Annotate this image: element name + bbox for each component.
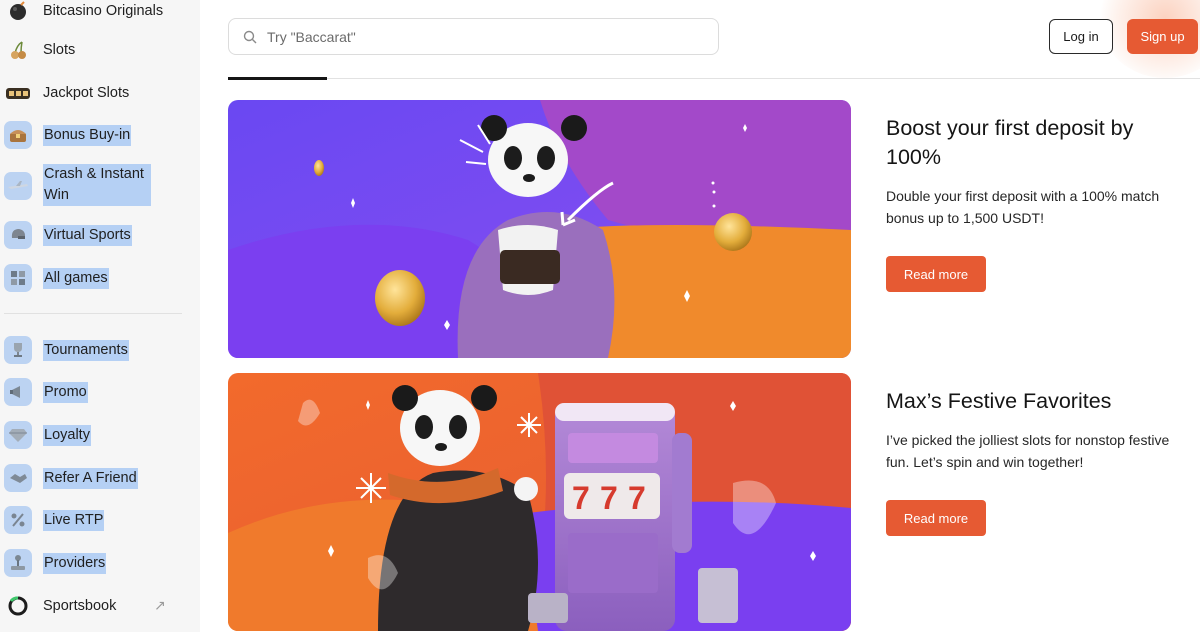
promo-banner-festive[interactable]: 7 7 7 — [228, 373, 851, 631]
sidebar-item-promo[interactable]: Promo — [4, 378, 88, 406]
sidebar-item-refer-a-friend[interactable]: Refer A Friend — [4, 464, 138, 492]
read-more-button[interactable]: Read more — [886, 500, 986, 536]
sidebar-item-label: All games — [43, 267, 109, 289]
external-link-icon[interactable]: ↗ — [154, 597, 166, 614]
sidebar-item-label: Crash & Instant Win — [43, 164, 151, 206]
promo-title: Boost your first deposit by 100% — [886, 116, 1134, 169]
sidebar-item-live-rtp[interactable]: Live RTP — [4, 506, 105, 534]
sidebar-item-label: Bitcasino Originals — [43, 2, 164, 19]
megaphone-icon — [4, 378, 32, 406]
trophy-icon — [4, 336, 32, 364]
header-divider — [228, 78, 1200, 79]
search-bar[interactable] — [228, 18, 719, 55]
sidebar-item-label: Jackpot Slots — [43, 84, 130, 101]
sidebar-item-bonus-buy-in[interactable]: Bonus Buy-in — [4, 121, 132, 149]
sidebar: Bitcasino Originals Slots Jackpot Slots … — [0, 0, 200, 632]
cherries-icon — [4, 36, 32, 64]
sidebar-item-label: Sportsbook — [43, 597, 117, 614]
read-more-button[interactable]: Read more — [886, 256, 986, 292]
sports-helmet-icon — [4, 221, 32, 249]
grid-icon — [4, 264, 32, 292]
slot-reel-1: 7 — [572, 480, 590, 516]
search-icon — [243, 30, 257, 44]
signup-button[interactable]: Sign up — [1127, 19, 1198, 54]
diamond-icon — [4, 421, 32, 449]
handshake-icon — [4, 464, 32, 492]
sidebar-item-label: Refer A Friend — [43, 467, 138, 489]
active-tab-indicator — [228, 77, 327, 80]
sidebar-item-tournaments[interactable]: Tournaments — [4, 336, 129, 364]
sidebar-item-bitcasino-originals[interactable]: Bitcasino Originals — [4, 0, 163, 25]
treasure-chest-icon — [4, 121, 32, 149]
joystick-icon — [4, 549, 32, 577]
promo-title: Max’s Festive Favorites — [886, 389, 1112, 413]
sidebar-item-crash-instant-win[interactable]: Crash & Instant Win — [4, 164, 151, 206]
bomb-icon — [4, 0, 32, 25]
sidebar-divider — [4, 313, 182, 314]
promo-banner-deposit[interactable] — [228, 100, 851, 358]
sidebar-item-label: Slots — [43, 41, 76, 58]
sidebar-item-all-games[interactable]: All games — [4, 264, 109, 292]
sidebar-item-label: Bonus Buy-in — [43, 124, 132, 146]
sidebar-item-label: Live RTP — [43, 509, 105, 531]
sidebar-item-virtual-sports[interactable]: Virtual Sports — [4, 221, 132, 249]
sidebar-item-jackpot-slots[interactable]: Jackpot Slots — [4, 79, 129, 107]
slot-reel-2: 7 — [600, 480, 618, 516]
sportsbook-ring-icon — [4, 592, 32, 620]
sidebar-item-providers[interactable]: Providers — [4, 549, 107, 577]
airplane-icon — [4, 172, 32, 200]
sidebar-item-loyalty[interactable]: Loyalty — [4, 421, 91, 449]
promo-description: Double your first deposit with a 100% ma… — [886, 188, 1160, 226]
jackpot-reels-icon — [4, 79, 32, 107]
panda-deposit-illustration — [228, 100, 851, 358]
panda-festive-illustration: 7 7 7 — [228, 373, 851, 631]
sidebar-item-label: Providers — [43, 552, 107, 574]
login-button[interactable]: Log in — [1049, 19, 1113, 54]
promo-description: I’ve picked the jolliest slots for nonst… — [886, 432, 1170, 470]
sidebar-item-label: Loyalty — [43, 424, 91, 446]
sidebar-item-slots[interactable]: Slots — [4, 36, 75, 64]
sidebar-item-sportsbook[interactable]: Sportsbook — [4, 592, 116, 620]
sidebar-item-label: Virtual Sports — [43, 224, 132, 246]
percent-icon — [4, 506, 32, 534]
search-input[interactable] — [267, 19, 707, 54]
sidebar-item-label: Tournaments — [43, 339, 129, 361]
sidebar-item-label: Promo — [43, 381, 88, 403]
slot-reel-3: 7 — [628, 480, 646, 516]
